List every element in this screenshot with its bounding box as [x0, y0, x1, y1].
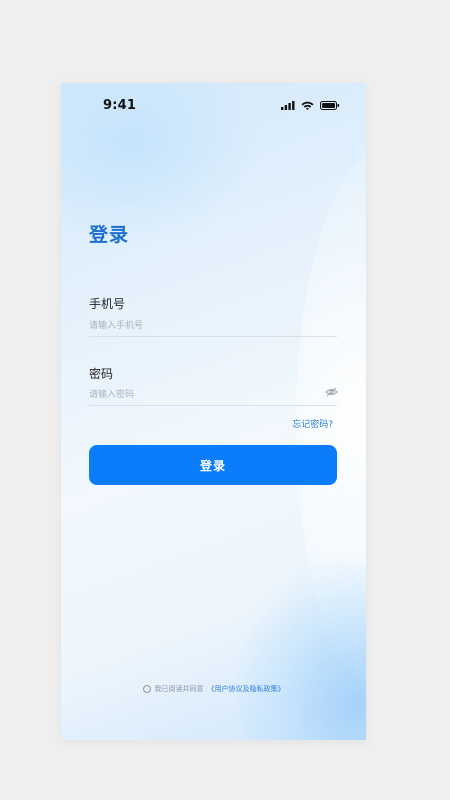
wifi-icon [301, 101, 314, 110]
phone-screen: 9:41 登录 手机号 请输入手机号 密码 忘记密码? 登录 我已阅读并同意 《… [61, 83, 366, 740]
phone-input[interactable] [89, 316, 337, 337]
agreement-link[interactable]: 《用户协议及隐私政策》 [208, 684, 285, 694]
forgot-password-link[interactable]: 忘记密码? [292, 417, 333, 430]
agreement-radio[interactable] [142, 685, 151, 693]
status-icons [281, 101, 340, 110]
password-label: 密码 [89, 367, 114, 381]
signal-icon [281, 101, 295, 110]
page-title: 登录 [89, 224, 130, 246]
password-input[interactable] [89, 385, 337, 406]
background-glow-bottom [236, 560, 366, 740]
agreement-text: 我已阅读并同意 [154, 685, 204, 693]
phone-label: 手机号 [89, 297, 126, 311]
eye-closed-icon[interactable] [325, 382, 339, 397]
login-button[interactable]: 登录 [89, 445, 337, 485]
status-bar: 9:41 [61, 83, 366, 127]
agreement-row: 我已阅读并同意 《用户协议及隐私政策》 [61, 684, 366, 694]
status-time: 9:41 [103, 98, 137, 113]
battery-icon [320, 101, 340, 110]
